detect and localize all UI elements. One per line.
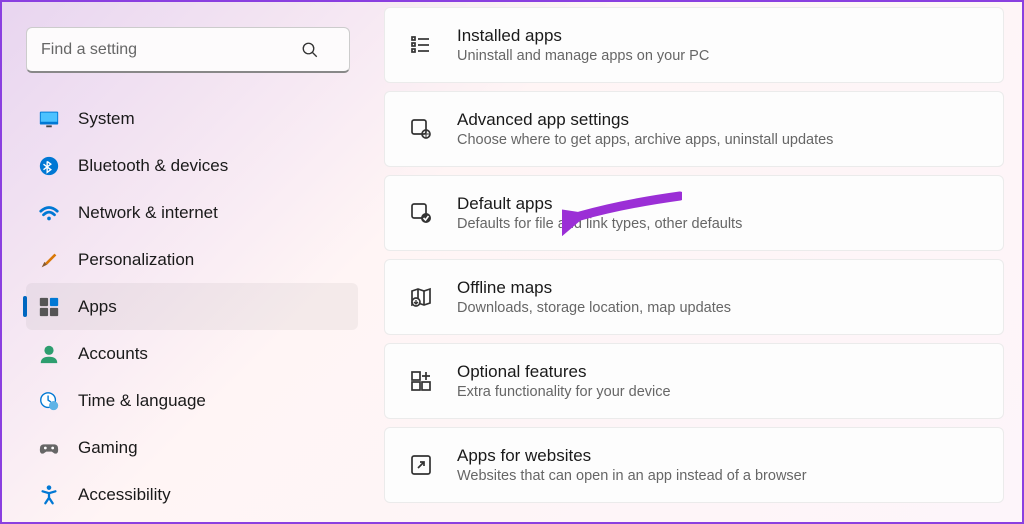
accessibility-icon bbox=[38, 484, 60, 506]
sidebar-item-accounts[interactable]: Accounts bbox=[26, 330, 358, 377]
sidebar-item-time-language[interactable]: Time & language bbox=[26, 377, 358, 424]
sidebar-item-label: Gaming bbox=[78, 438, 138, 458]
apps-icon bbox=[38, 296, 60, 318]
card-text: Advanced app settings Choose where to ge… bbox=[457, 110, 833, 148]
card-title: Default apps bbox=[457, 194, 742, 214]
sidebar-item-personalization[interactable]: Personalization bbox=[26, 236, 358, 283]
list-icon bbox=[407, 31, 435, 59]
sidebar-item-label: Personalization bbox=[78, 250, 194, 270]
sidebar-item-label: Accessibility bbox=[78, 485, 171, 505]
card-text: Installed apps Uninstall and manage apps… bbox=[457, 26, 709, 64]
search-box bbox=[26, 27, 357, 73]
card-installed-apps[interactable]: Installed apps Uninstall and manage apps… bbox=[384, 7, 1004, 83]
card-title: Optional features bbox=[457, 362, 671, 382]
card-desc: Choose where to get apps, archive apps, … bbox=[457, 132, 833, 148]
main-content: Installed apps Uninstall and manage apps… bbox=[372, 2, 1022, 522]
sidebar-item-label: Bluetooth & devices bbox=[78, 156, 228, 176]
link-out-icon bbox=[407, 451, 435, 479]
sidebar-item-bluetooth[interactable]: Bluetooth & devices bbox=[26, 142, 358, 189]
card-advanced-app-settings[interactable]: Advanced app settings Choose where to ge… bbox=[384, 91, 1004, 167]
sidebar-item-label: Accounts bbox=[78, 344, 148, 364]
sidebar-item-label: System bbox=[78, 109, 135, 129]
card-text: Default apps Defaults for file and link … bbox=[457, 194, 742, 232]
card-title: Apps for websites bbox=[457, 446, 807, 466]
card-text: Apps for websites Websites that can open… bbox=[457, 446, 807, 484]
sidebar-item-label: Network & internet bbox=[78, 203, 218, 223]
card-desc: Extra functionality for your device bbox=[457, 384, 671, 400]
bluetooth-icon bbox=[38, 155, 60, 177]
card-desc: Defaults for file and link types, other … bbox=[457, 216, 742, 232]
gamepad-icon bbox=[38, 437, 60, 459]
card-desc: Websites that can open in an app instead… bbox=[457, 468, 807, 484]
app-gear-icon bbox=[407, 115, 435, 143]
card-title: Installed apps bbox=[457, 26, 709, 46]
card-title: Advanced app settings bbox=[457, 110, 833, 130]
sidebar-item-gaming[interactable]: Gaming bbox=[26, 424, 358, 471]
sidebar: System Bluetooth & devices Network & int… bbox=[2, 2, 372, 522]
card-text: Offline maps Downloads, storage location… bbox=[457, 278, 731, 316]
clock-globe-icon bbox=[38, 390, 60, 412]
monitor-icon bbox=[38, 108, 60, 130]
sidebar-item-system[interactable]: System bbox=[26, 95, 358, 142]
search-input[interactable] bbox=[26, 27, 350, 73]
settings-window: System Bluetooth & devices Network & int… bbox=[2, 2, 1022, 522]
sidebar-item-apps[interactable]: Apps bbox=[26, 283, 358, 330]
card-default-apps[interactable]: Default apps Defaults for file and link … bbox=[384, 175, 1004, 251]
person-icon bbox=[38, 343, 60, 365]
sidebar-item-label: Time & language bbox=[78, 391, 206, 411]
sidebar-nav: System Bluetooth & devices Network & int… bbox=[26, 95, 357, 518]
map-download-icon bbox=[407, 283, 435, 311]
wifi-icon bbox=[38, 202, 60, 224]
card-optional-features[interactable]: Optional features Extra functionality fo… bbox=[384, 343, 1004, 419]
grid-plus-icon bbox=[407, 367, 435, 395]
sidebar-item-accessibility[interactable]: Accessibility bbox=[26, 471, 358, 518]
brush-icon bbox=[38, 249, 60, 271]
card-apps-for-websites[interactable]: Apps for websites Websites that can open… bbox=[384, 427, 1004, 503]
card-desc: Downloads, storage location, map updates bbox=[457, 300, 731, 316]
app-check-icon bbox=[407, 199, 435, 227]
card-text: Optional features Extra functionality fo… bbox=[457, 362, 671, 400]
sidebar-item-label: Apps bbox=[78, 297, 117, 317]
sidebar-item-network[interactable]: Network & internet bbox=[26, 189, 358, 236]
card-title: Offline maps bbox=[457, 278, 731, 298]
card-desc: Uninstall and manage apps on your PC bbox=[457, 48, 709, 64]
card-offline-maps[interactable]: Offline maps Downloads, storage location… bbox=[384, 259, 1004, 335]
